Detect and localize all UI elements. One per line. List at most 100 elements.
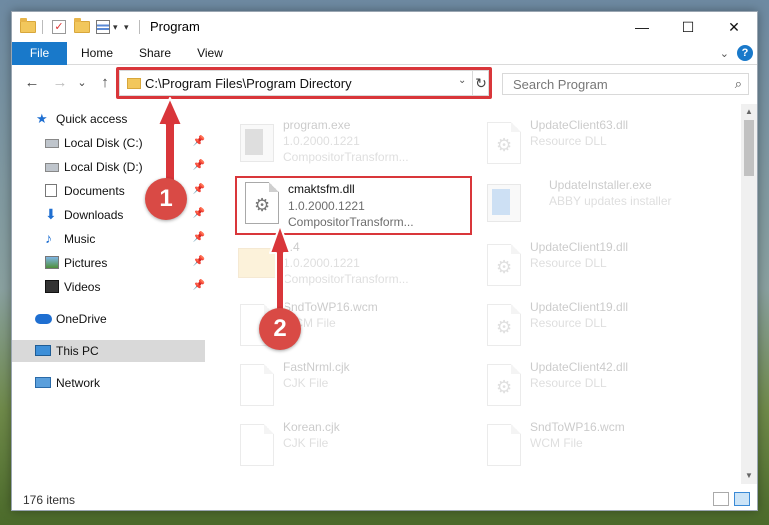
file-description: CompositorTransform... bbox=[283, 272, 409, 286]
sidebar-item-this-pc[interactable]: This PC bbox=[12, 340, 205, 362]
selected-file-highlight bbox=[235, 176, 472, 235]
dll-icon: ⚙ bbox=[487, 122, 521, 164]
address-bar-highlight bbox=[116, 67, 492, 99]
step-badge-1: 1 bbox=[145, 178, 187, 220]
scroll-up-icon[interactable]: ▲ bbox=[741, 104, 757, 120]
file-icon bbox=[487, 424, 521, 466]
file-icon bbox=[240, 364, 274, 406]
pin-icon[interactable]: 📌 bbox=[193, 184, 205, 195]
file-description: CompositorTransform... bbox=[283, 150, 409, 164]
pin-icon[interactable]: 📌 bbox=[193, 160, 205, 171]
file-list: program.exe 1.0.2000.1221 CompositorTran… bbox=[217, 104, 742, 484]
sidebar-item-pictures[interactable]: Pictures 📌 bbox=[12, 252, 205, 274]
pin-icon[interactable]: 📌 bbox=[193, 208, 205, 219]
file-tile[interactable]: ⚙ UpdateClient42.dll Resource DLL bbox=[479, 358, 719, 416]
navigation-pane: ★ Quick access Local Disk (C:) 📌 Local D… bbox=[12, 104, 212, 484]
minimize-button[interactable]: — bbox=[619, 12, 665, 42]
file-version: 1.0.2000.1221 bbox=[283, 256, 360, 270]
sidebar-item-label: This PC bbox=[56, 344, 99, 358]
file-tile[interactable]: ⚙ UpdateClient63.dll Resource DLL bbox=[479, 116, 719, 174]
tab-view[interactable]: View bbox=[190, 42, 230, 65]
dll-icon: ⚙ bbox=[487, 364, 521, 406]
maximize-button[interactable]: ☐ bbox=[665, 12, 711, 42]
recent-locations-icon[interactable]: ⌄ bbox=[72, 73, 92, 93]
sidebar-item-label: Pictures bbox=[64, 256, 108, 270]
file-name: UpdateClient19.dll bbox=[530, 300, 629, 314]
music-icon: ♪ bbox=[45, 230, 52, 246]
sidebar-item-quick-access[interactable]: ★ Quick access bbox=[12, 108, 205, 130]
ribbon-tabs: File Home Share View ⌄ ? bbox=[12, 42, 757, 65]
separator bbox=[42, 18, 43, 36]
chevron-down-icon[interactable]: ▾ bbox=[113, 18, 118, 36]
sidebar-item-label: OneDrive bbox=[56, 312, 107, 326]
file-tile[interactable]: SndToWP16.wcm WCM File bbox=[479, 418, 719, 476]
sidebar-item-label: Quick access bbox=[56, 112, 128, 126]
scroll-thumb[interactable] bbox=[744, 120, 754, 176]
documents-icon bbox=[45, 184, 57, 197]
scroll-down-icon[interactable]: ▼ bbox=[741, 468, 757, 484]
file-name: UpdateClient19.dll bbox=[530, 240, 629, 254]
pin-icon[interactable]: 📌 bbox=[193, 280, 205, 291]
customize-toolbar-icon[interactable]: ▾ bbox=[124, 18, 129, 36]
pin-icon[interactable]: 📌 bbox=[193, 136, 205, 147]
this-pc-icon bbox=[35, 345, 51, 356]
properties-check-icon[interactable]: ✓ bbox=[52, 18, 66, 36]
properties-icon[interactable] bbox=[96, 18, 110, 36]
search-input[interactable]: Search Program ⌕ bbox=[502, 73, 749, 95]
forward-button[interactable]: → bbox=[50, 73, 70, 93]
status-bar: 176 items bbox=[12, 488, 757, 510]
sidebar-item-videos[interactable]: Videos 📌 bbox=[12, 276, 205, 298]
sidebar-item-label: Videos bbox=[64, 280, 101, 294]
sidebar-item-label: Network bbox=[56, 376, 101, 390]
file-name: program.exe bbox=[283, 118, 351, 132]
tab-file[interactable]: File bbox=[12, 42, 67, 65]
folder-icon bbox=[238, 248, 276, 278]
expand-ribbon-icon[interactable]: ⌄ bbox=[720, 47, 729, 60]
sidebar-item-label: Downloads bbox=[64, 208, 124, 222]
exe-icon bbox=[240, 124, 274, 162]
pin-icon[interactable]: 📌 bbox=[193, 256, 205, 267]
vertical-scrollbar[interactable]: ▲ ▼ bbox=[741, 104, 757, 484]
drive-icon bbox=[45, 163, 59, 172]
up-button[interactable]: ↑ bbox=[95, 73, 115, 93]
file-tile[interactable]: FastNrml.cjk CJK File bbox=[232, 358, 472, 416]
sidebar-item-music[interactable]: ♪ Music 📌 bbox=[12, 228, 205, 250]
file-explorer-window: ✓ ▾ ▾ Program — ☐ ✕ File Home Share View… bbox=[11, 11, 758, 511]
back-button[interactable]: ← bbox=[22, 73, 42, 93]
sidebar-item-label: Documents bbox=[64, 184, 125, 198]
tiles-view-icon[interactable] bbox=[734, 492, 750, 506]
sidebar-item-local-disk-c[interactable]: Local Disk (C:) 📌 bbox=[12, 132, 205, 154]
tab-home[interactable]: Home bbox=[75, 42, 119, 65]
close-button[interactable]: ✕ bbox=[711, 12, 757, 42]
details-view-icon[interactable] bbox=[713, 492, 729, 506]
file-tile[interactable]: ...4 1.0.2000.1221 CompositorTransform..… bbox=[232, 238, 472, 296]
dll-icon: ⚙ bbox=[487, 244, 521, 286]
sidebar-item-onedrive[interactable]: OneDrive bbox=[12, 308, 205, 330]
folder-icon bbox=[20, 18, 36, 36]
downloads-icon: ⬇ bbox=[45, 206, 57, 222]
window-title: Program bbox=[150, 19, 200, 34]
file-type: CJK File bbox=[283, 376, 329, 390]
file-tile[interactable]: Korean.cjk CJK File bbox=[232, 418, 472, 476]
file-type: Resource DLL bbox=[530, 256, 607, 270]
sidebar-item-local-disk-d[interactable]: Local Disk (D:) 📌 bbox=[12, 156, 205, 178]
file-tile[interactable]: ⚙ UpdateClient19.dll Resource DLL bbox=[479, 238, 719, 296]
title-bar: ✓ ▾ ▾ Program — ☐ ✕ bbox=[12, 12, 757, 42]
file-description: ABBY updates installer bbox=[549, 194, 672, 208]
sidebar-item-network[interactable]: Network bbox=[12, 372, 205, 394]
help-icon[interactable]: ? bbox=[737, 45, 753, 61]
pin-icon[interactable]: 📌 bbox=[193, 232, 205, 243]
dll-icon: ⚙ bbox=[487, 304, 521, 346]
file-type: Resource DLL bbox=[530, 376, 607, 390]
file-name: UpdateInstaller.exe bbox=[549, 178, 652, 192]
file-tile[interactable]: ⚙ UpdateClient19.dll Resource DLL bbox=[479, 298, 719, 356]
file-name: Korean.cjk bbox=[283, 420, 340, 434]
file-tile[interactable]: program.exe 1.0.2000.1221 CompositorTran… bbox=[232, 116, 472, 174]
file-type: Resource DLL bbox=[530, 134, 607, 148]
file-version: 1.0.2000.1221 bbox=[283, 134, 360, 148]
file-type: CJK File bbox=[283, 436, 329, 450]
search-icon[interactable]: ⌕ bbox=[735, 76, 742, 92]
new-folder-icon[interactable] bbox=[74, 18, 90, 36]
tab-share[interactable]: Share bbox=[133, 42, 177, 65]
file-tile[interactable]: UpdateInstaller.exe ABBY updates install… bbox=[479, 176, 719, 234]
